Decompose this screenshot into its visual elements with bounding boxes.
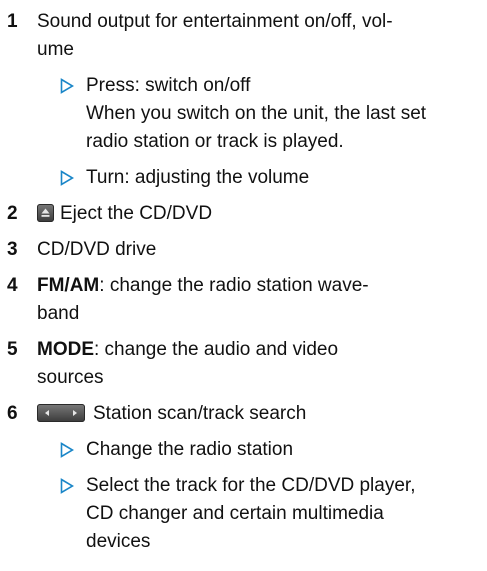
item-number: 4 xyxy=(7,275,18,296)
list-item-1: 1 Sound output for entertainment on/off,… xyxy=(7,8,473,64)
sub-item-text: Change the radio station xyxy=(86,439,294,460)
list-item-2: 2 Eject the CD/DVD xyxy=(7,200,473,228)
list-item-6: 6 Station scan/track search xyxy=(7,400,473,428)
triangle-bullet-icon xyxy=(60,436,86,464)
item-text: Station scan/track search xyxy=(93,403,307,424)
sub-item-text: Turn: adjusting the volume xyxy=(86,167,310,188)
item-text: Eject the CD/DVD xyxy=(60,203,213,224)
triangle-bullet-icon xyxy=(60,72,86,100)
list-item-3: 3 CD/DVD drive xyxy=(7,236,473,264)
manual-page: 1 Sound output for entertainment on/off,… xyxy=(0,0,487,571)
sub-item-select-track: Select the track for the CD/DVD player, C… xyxy=(60,472,473,556)
sub-item-turn: Turn: adjusting the volume xyxy=(60,164,473,192)
seek-buttons-icon xyxy=(37,404,85,422)
sub-item-text: Press: switch on/off When you switch on t… xyxy=(86,75,427,152)
item-number: 6 xyxy=(7,403,18,424)
item-number: 5 xyxy=(7,339,18,360)
triangle-bullet-icon xyxy=(60,472,86,500)
triangle-bullet-icon xyxy=(60,164,86,192)
sub-item-change-station: Change the radio station xyxy=(60,436,473,464)
item-number: 1 xyxy=(7,11,18,32)
item-text: CD/DVD drive xyxy=(37,239,157,260)
eject-button-icon xyxy=(37,204,54,222)
item-number: 3 xyxy=(7,239,18,260)
item-number: 2 xyxy=(7,203,18,224)
list-item-4: 4 FM/AM: change the radio station wave-b… xyxy=(7,272,473,328)
item-bold-label: FM/AM xyxy=(37,275,100,296)
item-bold-label: MODE xyxy=(37,339,94,360)
sub-item-text: Select the track for the CD/DVD player, C… xyxy=(86,475,416,552)
list-item-5: 5 MODE: change the audio and video source… xyxy=(7,336,473,392)
item-text: Sound output for entertainment on/off, v… xyxy=(37,11,393,60)
sub-item-press: Press: switch on/off When you switch on t… xyxy=(60,72,473,156)
